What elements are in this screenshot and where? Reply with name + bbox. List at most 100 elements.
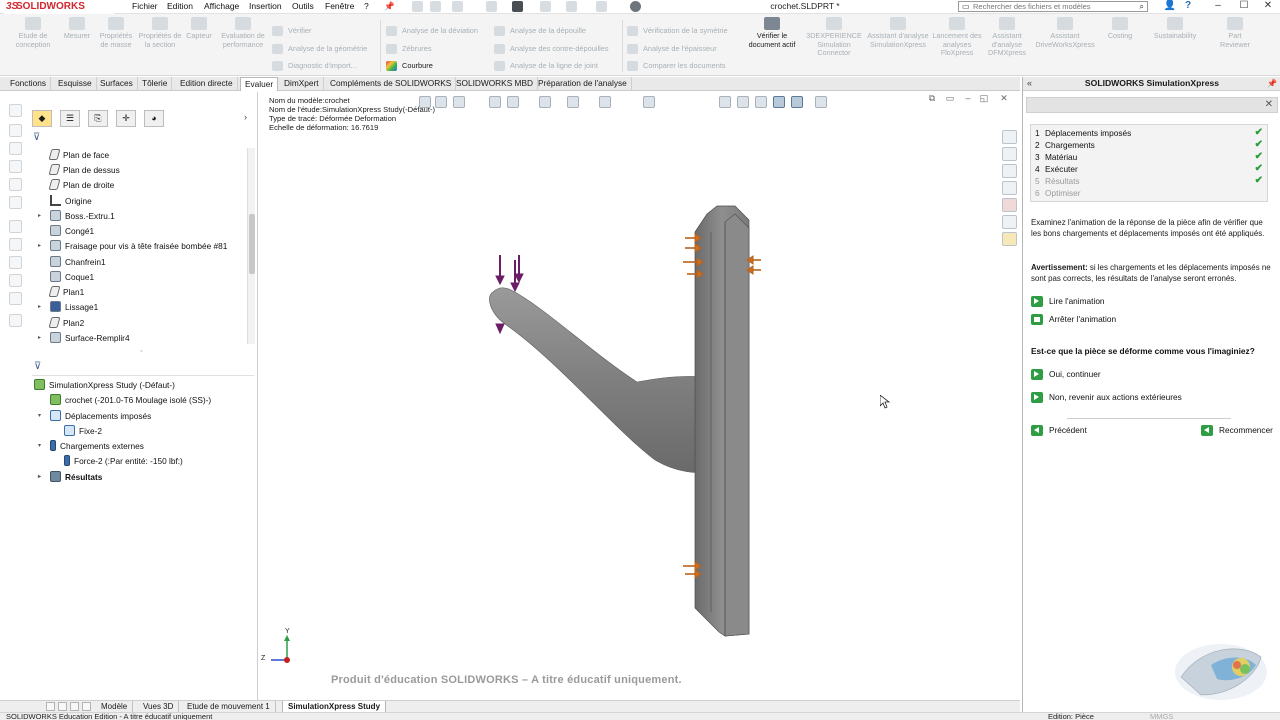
- search-field[interactable]: ▭ ⌕: [958, 1, 1148, 12]
- weldment-icon[interactable]: [9, 238, 22, 251]
- units-selector[interactable]: MMGS: [1150, 712, 1173, 720]
- display-manager-tab-icon[interactable]: ◕: [144, 110, 164, 127]
- last-tab-arrow-icon[interactable]: [82, 702, 91, 711]
- geometry-analysis-button[interactable]: Analyse de la géométrie: [272, 43, 367, 55]
- tab-evaluer[interactable]: Evaluer: [240, 77, 279, 91]
- tree-item-plan-de-dessus[interactable]: Plan de dessus: [48, 163, 120, 178]
- feature-icon[interactable]: [9, 142, 22, 155]
- sketch-icon[interactable]: [9, 124, 22, 137]
- collapse-arrow-icon[interactable]: ▾: [38, 409, 41, 424]
- dimxpert-manager-tab-icon[interactable]: ✛: [116, 110, 136, 127]
- draft-analysis-button[interactable]: Analyse de la dépouille: [494, 25, 586, 37]
- mass-properties-button[interactable]: Propriétés de masse: [96, 17, 136, 49]
- design-library-icon[interactable]: [1002, 147, 1017, 161]
- tree-item-results[interactable]: ▸ Résultats: [38, 470, 102, 485]
- no-go-back-button[interactable]: Non, revenir aux actions extérieures: [1031, 391, 1182, 404]
- close-icon[interactable]: ✕: [1265, 99, 1273, 111]
- filter-icon[interactable]: ⊽: [34, 361, 41, 372]
- menu-affichage[interactable]: Affichage: [204, 0, 239, 13]
- save-icon[interactable]: [486, 1, 497, 12]
- parting-line-analysis-button[interactable]: Analyse de la ligne de joint: [494, 60, 598, 72]
- mold-icon[interactable]: [9, 220, 22, 233]
- tree-item-lissage[interactable]: ▸ Lissage1: [38, 300, 98, 315]
- rebuild-icon[interactable]: [596, 1, 607, 12]
- simulationxpress-button[interactable]: Assistant d'analyse SimulationXpress: [866, 17, 930, 49]
- panel-splitter[interactable]: ◦: [140, 348, 142, 355]
- scrollbar-thumb[interactable]: [249, 214, 255, 274]
- feature-tree-scrollbar[interactable]: [247, 148, 255, 344]
- tab-tolerie[interactable]: Tôlerie: [138, 77, 173, 91]
- configuration-manager-tab-icon[interactable]: ⎘: [88, 110, 108, 127]
- costing-button[interactable]: Costing: [1100, 17, 1140, 41]
- tree-item-origine[interactable]: Origine: [50, 194, 92, 209]
- stop-animation-button[interactable]: Arrêter l'animation: [1031, 313, 1116, 326]
- expand-arrow-icon[interactable]: ▸: [38, 239, 41, 254]
- sheetmetal-icon[interactable]: [9, 196, 22, 209]
- simulationxpress-tab-icon[interactable]: [1002, 232, 1017, 246]
- file-explorer-icon[interactable]: [1002, 164, 1017, 178]
- tree-item-simulation-study[interactable]: SimulationXpress Study (-Défaut-): [34, 378, 175, 393]
- undercut-analysis-button[interactable]: Analyse des contre-dépouilles: [494, 43, 609, 55]
- search-icon[interactable]: ⌕: [1140, 2, 1144, 11]
- reference-icon[interactable]: [9, 160, 22, 173]
- tree-item-boss-extrude[interactable]: ▸ Boss.-Extru.1: [38, 209, 115, 224]
- chevron-right-icon[interactable]: ›: [244, 112, 247, 122]
- thickness-analysis-button[interactable]: Analyse de l'épaisseur: [627, 43, 717, 55]
- yes-continue-button[interactable]: Oui, continuer: [1031, 368, 1101, 381]
- solidworks-resources-icon[interactable]: [1002, 130, 1017, 144]
- expand-arrow-icon[interactable]: ▸: [38, 300, 41, 315]
- menu-outils[interactable]: Outils: [292, 0, 314, 13]
- check-button[interactable]: Vérifier: [272, 25, 311, 37]
- tree-item-external-loads[interactable]: ▾ Chargements externes: [38, 439, 144, 454]
- sustainability-button[interactable]: Sustainability: [1148, 17, 1202, 41]
- tab-esquisse[interactable]: Esquisse: [54, 77, 97, 91]
- step-run[interactable]: 4 Exécuter ✔: [1035, 163, 1263, 175]
- home-icon[interactable]: [412, 1, 423, 12]
- play-animation-button[interactable]: Lire l'animation: [1031, 295, 1105, 308]
- menu-help[interactable]: ?: [364, 0, 369, 13]
- tree-item-fraisage[interactable]: ▸ Fraisage pour vis à tête fraisée bombée…: [38, 239, 227, 254]
- tree-item-fixtures[interactable]: ▾ Déplacements imposés: [38, 409, 151, 424]
- step-loads[interactable]: 2 Chargements ✔: [1035, 139, 1263, 151]
- tree-item-fixe-2[interactable]: Fixe-2: [64, 424, 102, 439]
- layer-icon[interactable]: [9, 292, 22, 305]
- tab-edition-directe[interactable]: Edition directe: [176, 77, 238, 91]
- curve-icon[interactable]: [9, 256, 22, 269]
- expand-arrow-icon[interactable]: ▸: [38, 209, 41, 224]
- menu-fichier[interactable]: Fichier: [132, 0, 158, 13]
- symmetry-check-button[interactable]: Vérification de la symétrie: [627, 25, 728, 37]
- print-icon[interactable]: [512, 1, 523, 12]
- minimize-window-button[interactable]: –: [1208, 0, 1228, 13]
- step-material[interactable]: 3 Matériau ✔: [1035, 151, 1263, 163]
- step-fixtures[interactable]: 1 Déplacements imposés ✔: [1035, 127, 1263, 139]
- restart-button[interactable]: Recommencer: [1201, 424, 1273, 437]
- performance-evaluation-button[interactable]: Evaluation de performance: [218, 17, 268, 49]
- options-gear-icon[interactable]: [630, 1, 641, 12]
- dfmxpress-button[interactable]: Assistant d'analyse DFMXpress: [984, 17, 1030, 58]
- close-window-button[interactable]: ✕: [1258, 0, 1278, 13]
- pin-icon[interactable]: 📌: [384, 0, 395, 13]
- graphics-area[interactable]: Nom du modèle:crochet Nom de l'étude:Sim…: [259, 92, 1021, 700]
- tree-item-chanfrein[interactable]: Chanfrein1: [50, 255, 106, 270]
- help-icon[interactable]: ?: [1178, 0, 1198, 13]
- custom-properties-icon[interactable]: [1002, 215, 1017, 229]
- collapse-arrow-icon[interactable]: ▾: [38, 439, 41, 454]
- step-results[interactable]: 5 Résultats ✔: [1035, 175, 1263, 187]
- open-icon[interactable]: [452, 1, 463, 12]
- driveworksxpress-button[interactable]: Assistant DriveWorksXpress: [1032, 17, 1098, 49]
- display-icon[interactable]: [9, 274, 22, 287]
- tree-item-plan1[interactable]: Plan1: [48, 285, 84, 300]
- design-study-button[interactable]: Etude de conception: [10, 17, 56, 49]
- verify-active-document-button[interactable]: Vérifier le document actif: [742, 17, 802, 49]
- part-icon[interactable]: [9, 104, 22, 117]
- previous-button[interactable]: Précédent: [1031, 424, 1087, 437]
- menu-edition[interactable]: Edition: [167, 0, 193, 13]
- tree-item-plan2[interactable]: Plan2: [48, 316, 84, 331]
- undo-icon[interactable]: [540, 1, 551, 12]
- search-scope-icon[interactable]: ▭: [962, 2, 970, 11]
- step-optimize[interactable]: 6 Optimiser: [1035, 187, 1263, 199]
- hook-model-canvas[interactable]: [259, 92, 1021, 700]
- surface-icon[interactable]: [9, 178, 22, 191]
- tab-dimxpert[interactable]: DimXpert: [280, 77, 324, 91]
- tab-complements-solidworks[interactable]: Compléments de SOLIDWORKS: [326, 77, 457, 91]
